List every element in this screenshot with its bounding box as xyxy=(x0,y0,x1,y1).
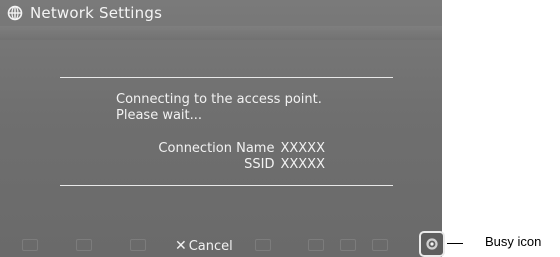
titlebar: Network Settings xyxy=(0,0,442,26)
divider-bottom xyxy=(60,185,393,186)
divider-top xyxy=(60,77,393,78)
busy-icon xyxy=(419,231,445,257)
busy-icon-callout-label: Busy icon xyxy=(485,234,542,249)
globe-network-icon xyxy=(6,4,24,22)
faint-icon xyxy=(255,239,271,251)
faint-icon xyxy=(372,239,388,251)
faint-icon xyxy=(22,239,38,251)
cross-icon: ✕ xyxy=(175,238,187,254)
status-line-2: Please wait... xyxy=(116,108,203,123)
connection-name-value: XXXXX xyxy=(280,141,325,156)
ssid-label: SSID xyxy=(244,157,275,172)
faint-icon xyxy=(308,239,324,251)
connection-name-row: Connection Name XXXXX xyxy=(158,141,325,157)
status-message: Connecting to the access point. Please w… xyxy=(116,92,322,124)
cancel-button[interactable]: ✕ Cancel xyxy=(175,238,233,254)
page-title: Network Settings xyxy=(30,4,163,22)
ssid-row: SSID XXXXX xyxy=(158,157,325,173)
faint-icon xyxy=(130,239,146,251)
network-settings-screen: Network Settings Connecting to the acces… xyxy=(0,0,442,257)
faint-icon xyxy=(340,239,356,251)
ssid-value: XXXXX xyxy=(280,157,325,172)
title-underbar xyxy=(0,26,442,40)
faint-icon xyxy=(76,239,92,251)
status-line-1: Connecting to the access point. xyxy=(116,92,322,107)
connection-info: Connection Name XXXXX SSID XXXXX xyxy=(158,141,325,173)
callout-line xyxy=(447,243,463,244)
cancel-label: Cancel xyxy=(188,238,233,254)
connection-name-label: Connection Name xyxy=(158,141,275,156)
